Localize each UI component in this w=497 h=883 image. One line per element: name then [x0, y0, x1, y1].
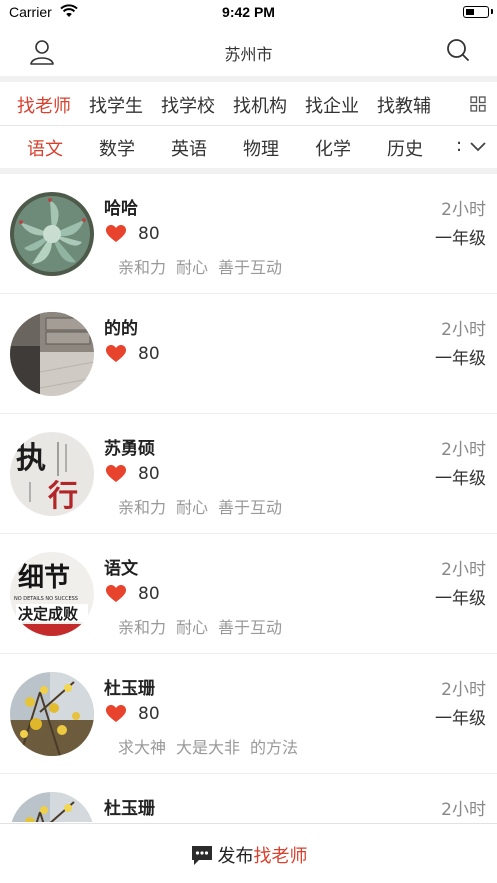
avatar: 细节 NO DETAILS NO SUCCESS 决定成败 [10, 552, 94, 636]
tab-find-institution[interactable]: 找机构 [233, 92, 287, 118]
subject-overflow: : [456, 135, 463, 156]
tab-subject-english[interactable]: 英语 [171, 135, 207, 161]
avatar [10, 192, 94, 276]
tag: 善于互动 [218, 498, 283, 517]
flowers-photo [10, 672, 94, 756]
flowers-photo [10, 792, 94, 822]
nav-bar: 苏州市 [0, 26, 497, 76]
teacher-card[interactable]: 细节 NO DETAILS NO SUCCESS 决定成败 语文 2小时 80 … [0, 534, 497, 654]
tag-list: 求大神 大是大非 的方法 [118, 734, 308, 758]
like-count: 80 [138, 224, 160, 244]
tag-list: 亲和力 耐心 善于互动 [118, 494, 292, 518]
post-time: 2小时 [441, 560, 486, 580]
city-title[interactable]: 苏州市 [0, 41, 497, 65]
battery-nub [491, 9, 493, 14]
teacher-name: 苏勇硕 [104, 439, 155, 459]
bottom-bar: 发布找老师 [0, 823, 497, 883]
tab-find-school[interactable]: 找学校 [161, 92, 215, 118]
avatar-text: 执 [16, 441, 46, 476]
heart-icon[interactable] [106, 465, 126, 483]
avatar-text: 行 [47, 479, 78, 514]
tab-subject-history[interactable]: 历史 [387, 135, 423, 161]
grade-label: 一年级 [435, 229, 486, 249]
room-photo [10, 312, 94, 396]
teacher-list: 哈哈 2小时 80 一年级 亲和力耐心善于互动 的的 2小时 80 一年级 [0, 174, 497, 822]
post-time: 2小时 [441, 320, 486, 340]
teacher-card[interactable]: 的的 2小时 80 一年级 [0, 294, 497, 414]
tag-list: 亲和力 耐心 善于互动 [118, 254, 292, 278]
teacher-name: 哈哈 [104, 199, 138, 219]
teacher-name: 语文 [104, 559, 138, 579]
grid-menu-icon[interactable] [470, 96, 486, 112]
teacher-card[interactable]: 执 行 苏勇硕 2小时 80 一年级 亲和力 耐心 善于互动 [0, 414, 497, 534]
post-label-accent: 找老师 [253, 846, 308, 867]
avatar [10, 792, 94, 822]
tab-find-materials[interactable]: 找教辅 [377, 92, 431, 118]
avatar [10, 672, 94, 756]
clock: 9:42 PM [222, 4, 275, 20]
post-time: 2小时 [441, 680, 486, 700]
heart-icon[interactable] [106, 225, 126, 243]
teacher-card[interactable]: 杜玉珊 2小时 [0, 774, 497, 822]
post-time: 2小时 [441, 440, 486, 460]
grade-label: 一年级 [435, 589, 486, 609]
tag: 耐心 [176, 618, 209, 637]
grade-label: 一年级 [435, 349, 486, 369]
tag: 亲和力 [118, 498, 167, 517]
avatar-text: 决定成败 [18, 605, 78, 623]
tab-find-teacher[interactable]: 找老师 [17, 92, 71, 118]
tag: 求大神 [118, 738, 167, 757]
post-time: 2小时 [441, 800, 486, 820]
tag: 亲和力 [118, 618, 167, 637]
slogan-photo: 细节 NO DETAILS NO SUCCESS 决定成败 [10, 552, 94, 636]
post-teacher-button[interactable]: 发布找老师 [0, 842, 497, 868]
teacher-name: 杜玉珊 [104, 679, 155, 699]
teacher-name: 杜玉珊 [104, 799, 155, 819]
battery-icon [463, 6, 489, 18]
tab-find-student[interactable]: 找学生 [89, 92, 143, 118]
heart-icon[interactable] [106, 705, 126, 723]
tab-find-company[interactable]: 找企业 [305, 92, 359, 118]
grade-label: 一年级 [435, 469, 486, 489]
category-tabs: 找老师 找学生 找学校 找机构 找企业 找教辅 [0, 82, 497, 126]
teacher-name: 的的 [104, 319, 138, 339]
avatar-text: 细节 [18, 562, 70, 593]
succulent-photo [10, 192, 94, 276]
like-count: 80 [138, 704, 160, 724]
calligraphy-photo: 执 行 [10, 432, 94, 516]
tab-subject-physics[interactable]: 物理 [243, 135, 279, 161]
chevron-down-icon[interactable] [468, 139, 488, 153]
heart-icon[interactable] [106, 585, 126, 603]
subject-tabs: 语文 数学 英语 物理 化学 历史 : [0, 126, 497, 168]
tab-subject-chinese[interactable]: 语文 [27, 135, 63, 161]
heart-icon[interactable] [106, 345, 126, 363]
tag: 耐心 [176, 258, 209, 277]
tag: 善于互动 [218, 618, 283, 637]
like-count: 80 [138, 464, 160, 484]
avatar [10, 312, 94, 396]
chat-bubble-icon [191, 846, 212, 865]
grade-label: 一年级 [435, 709, 486, 729]
like-count: 80 [138, 344, 160, 364]
like-count: 80 [138, 584, 160, 604]
search-icon[interactable] [445, 37, 471, 63]
status-bar: Carrier 9:42 PM [0, 0, 497, 26]
teacher-card[interactable]: 杜玉珊 2小时 80 一年级 求大神 大是大非 的方法 [0, 654, 497, 774]
tab-subject-math[interactable]: 数学 [99, 135, 135, 161]
avatar-text: NO DETAILS NO SUCCESS [14, 596, 78, 602]
tab-subject-chemistry[interactable]: 化学 [315, 135, 351, 161]
teacher-card[interactable]: 哈哈 2小时 80 一年级 亲和力 耐心 善于互动 [0, 174, 497, 294]
post-time: 2小时 [441, 200, 486, 220]
tag: 善于互动 [218, 258, 283, 277]
avatar: 执 行 [10, 432, 94, 516]
tag: 亲和力 [118, 258, 167, 277]
tag: 耐心 [176, 498, 209, 517]
tag: 大是大非 [176, 738, 241, 757]
tag: 的方法 [250, 738, 299, 757]
tag-list: 亲和力 耐心 善于互动 [118, 614, 292, 638]
post-label: 发布 [217, 846, 254, 867]
